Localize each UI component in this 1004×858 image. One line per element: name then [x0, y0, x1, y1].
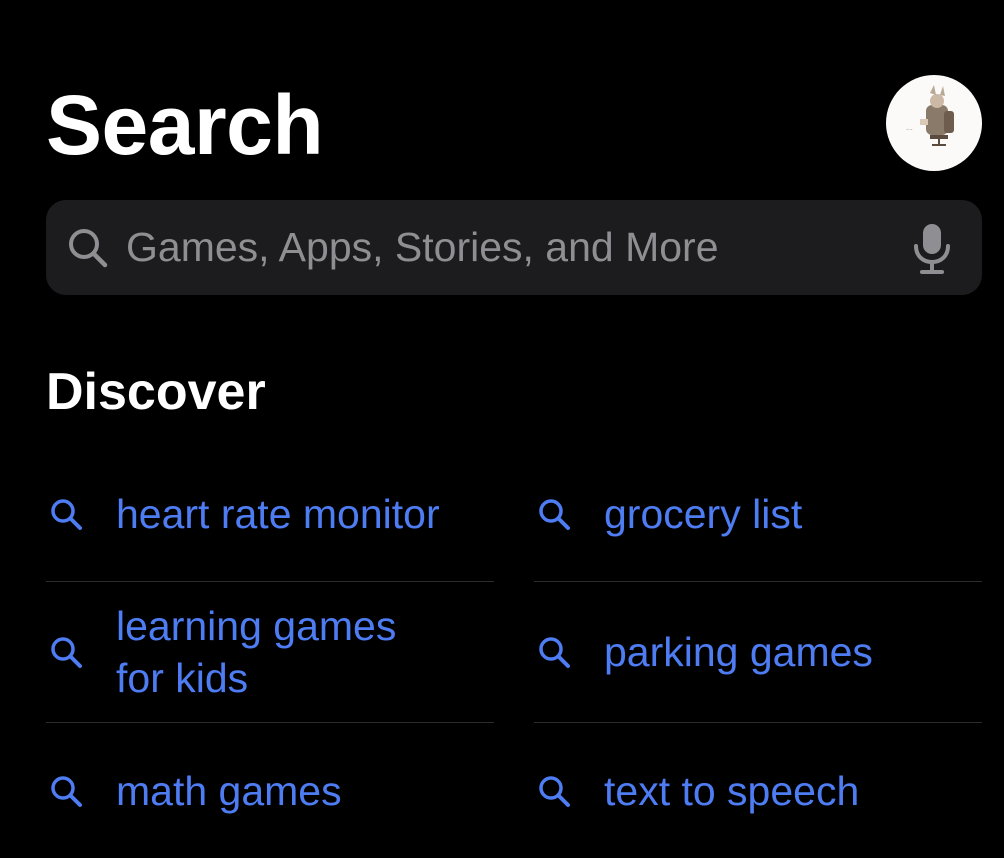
profile-avatar-button[interactable]: ~~ [886, 75, 982, 171]
microphone-icon[interactable] [912, 222, 952, 276]
discover-item-label: heart rate monitor [116, 490, 440, 537]
search-icon [537, 497, 571, 531]
discover-item-learning-games-for-kids[interactable]: learning games for kids [46, 582, 494, 723]
discover-item-heart-rate-monitor[interactable]: heart rate monitor [46, 446, 494, 582]
discover-item-label: text to speech [604, 767, 860, 814]
profile-avatar-icon: ~~ [906, 85, 954, 146]
discover-item-math-games[interactable]: math games [46, 723, 494, 858]
page-title: Search [46, 78, 324, 172]
discover-item-label: grocery list [604, 490, 803, 537]
search-icon [537, 635, 571, 669]
search-icon [49, 774, 83, 808]
search-icon [537, 774, 571, 808]
discover-title: Discover [46, 363, 266, 421]
search-icon [49, 635, 83, 669]
search-icon [49, 497, 83, 531]
discover-item-grocery-list[interactable]: grocery list [534, 446, 982, 582]
search-input[interactable] [126, 210, 906, 285]
discover-item-label: math games [116, 767, 342, 814]
discover-item-parking-games[interactable]: parking games [534, 582, 982, 723]
discover-item-label: learning games for kids [116, 603, 397, 701]
search-icon [66, 226, 110, 270]
svg-text:~~: ~~ [906, 127, 913, 132]
search-bar[interactable] [46, 200, 982, 295]
discover-item-label: parking games [604, 629, 873, 675]
discover-item-text-to-speech[interactable]: text to speech [534, 723, 982, 858]
discover-list: heart rate monitor grocery list learning… [46, 446, 982, 858]
